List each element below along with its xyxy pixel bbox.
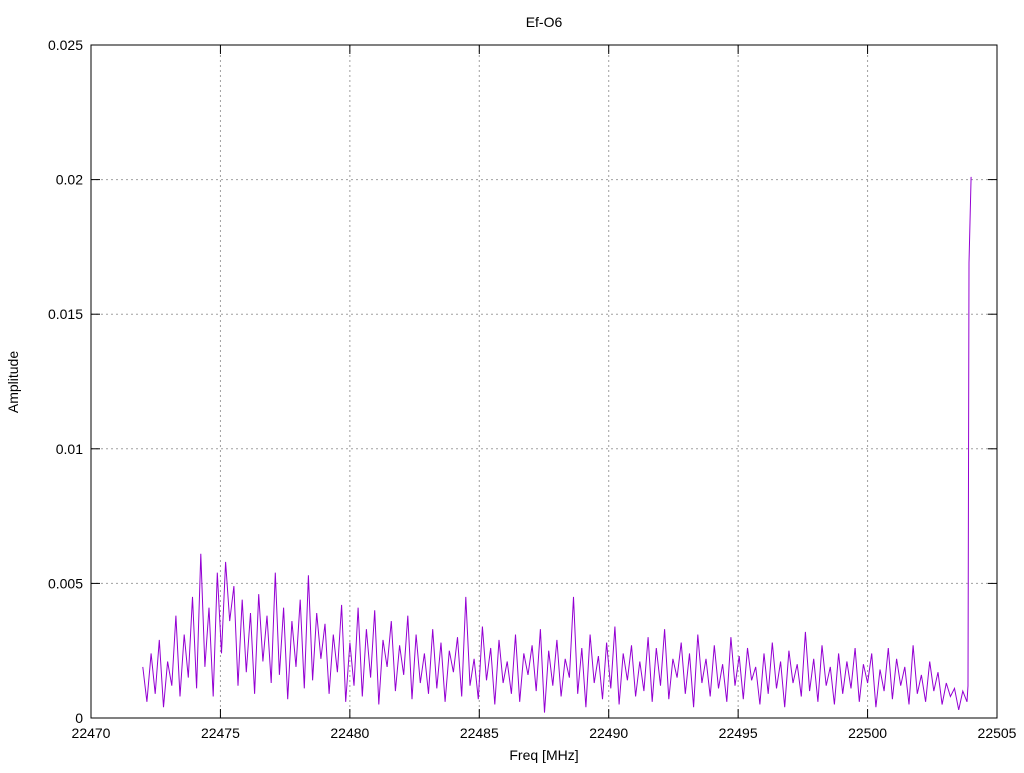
y-tick-label: 0.02 xyxy=(56,172,83,188)
y-tick-label: 0.025 xyxy=(48,37,83,53)
plot-border xyxy=(90,44,998,719)
x-tick-label: 22480 xyxy=(330,725,369,741)
y-tick-label: 0.015 xyxy=(48,306,83,322)
y-tick-label: 0.005 xyxy=(48,575,83,591)
x-tick-label: 22500 xyxy=(848,725,887,741)
series-line-ef-o6 xyxy=(142,176,972,713)
x-tick-label: 22475 xyxy=(201,725,240,741)
y-axis-label: Amplitude xyxy=(5,351,21,413)
x-tick-label: 22490 xyxy=(589,725,628,741)
grid xyxy=(91,45,997,718)
series xyxy=(142,176,972,713)
x-tick-label: 22505 xyxy=(978,725,1017,741)
x-tick-label: 22495 xyxy=(719,725,758,741)
x-tick-label: 22485 xyxy=(460,725,499,741)
y-tick-label: 0 xyxy=(75,710,83,726)
chart: Ef-O6 22470 22475 22480 22485 22490 22495 2250… xyxy=(5,14,1017,763)
chart-title: Ef-O6 xyxy=(526,14,563,30)
y-tick-label: 0.01 xyxy=(56,441,83,457)
x-axis-label: Freq [MHz] xyxy=(509,747,578,763)
ticks: 22470 22475 22480 22485 22490 22495 22500 22505… xyxy=(48,37,1017,741)
x-tick-label: 22470 xyxy=(72,725,111,741)
